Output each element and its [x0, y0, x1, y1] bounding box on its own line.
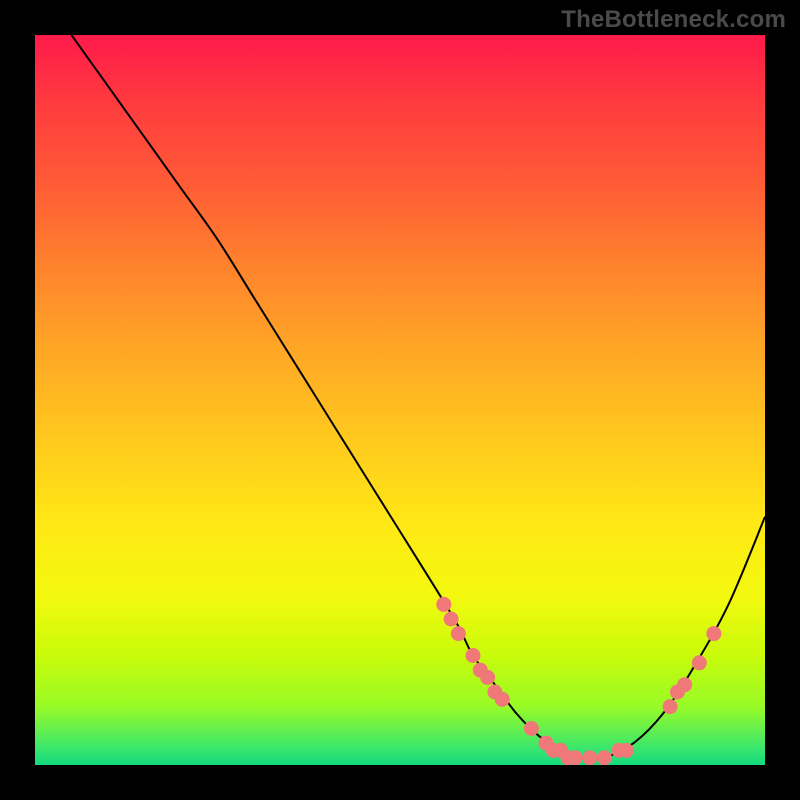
highlight-dot: [677, 677, 692, 692]
highlight-dot: [692, 655, 707, 670]
highlight-dot: [568, 750, 583, 765]
highlight-dot: [480, 670, 495, 685]
highlight-dot: [706, 626, 721, 641]
highlight-dot: [582, 750, 597, 765]
chart-container: TheBottleneck.com: [0, 0, 800, 800]
highlight-dot: [466, 648, 481, 663]
highlight-dots: [436, 597, 721, 765]
curve-overlay: [35, 35, 765, 765]
highlight-dot: [663, 699, 678, 714]
highlight-dot: [619, 743, 634, 758]
highlight-dot: [495, 692, 510, 707]
highlight-dot: [436, 597, 451, 612]
watermark-text: TheBottleneck.com: [561, 6, 786, 34]
highlight-dot: [444, 612, 459, 627]
highlight-dot: [597, 750, 612, 765]
main-curve: [72, 35, 766, 759]
highlight-dot: [451, 626, 466, 641]
highlight-dot: [524, 721, 539, 736]
